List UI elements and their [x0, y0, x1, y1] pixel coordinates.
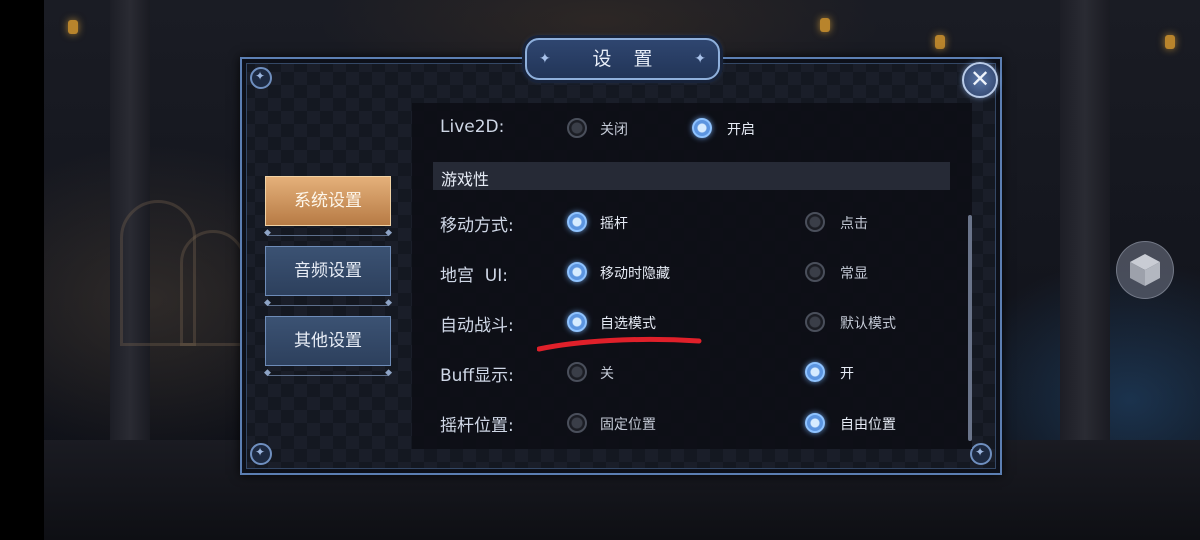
sidebar-item-label: 音频设置 [294, 261, 362, 281]
joystick-fixed-radio[interactable] [567, 413, 587, 433]
buff-display-off-radio[interactable] [567, 362, 587, 382]
dungeon-ui-hide-radio[interactable] [567, 262, 587, 282]
dungeon-ui-show-radio[interactable] [805, 262, 825, 282]
section-header: 游戏性 [433, 162, 950, 190]
sidebar-divider [264, 368, 392, 378]
close-button[interactable]: ✕ [962, 62, 998, 98]
live2d-label: Live2D: [440, 117, 505, 137]
movement-joystick-label: 摇杆 [600, 216, 628, 232]
auto-battle-default-label: 默认模式 [840, 316, 896, 332]
dungeon-ui-hide-label: 移动时隐藏 [600, 266, 670, 282]
movement-click-label: 点击 [840, 216, 868, 232]
dungeon-ui-label: 地宫 UI: [440, 266, 508, 286]
title-ornament-icon: ✦ [694, 51, 706, 67]
corner-ornament-icon [250, 443, 272, 465]
live2d-on-radio[interactable] [692, 118, 712, 138]
movement-click-radio[interactable] [805, 212, 825, 232]
joystick-position-label: 摇杆位置: [440, 416, 514, 436]
auto-battle-default-radio[interactable] [805, 312, 825, 332]
live2d-off-radio[interactable] [567, 118, 587, 138]
background-lamp [1165, 35, 1175, 49]
sidebar-item-other[interactable]: 其他设置 [265, 316, 391, 366]
buff-display-off-label: 关 [600, 366, 614, 382]
joystick-free-radio[interactable] [805, 413, 825, 433]
sidebar-divider [264, 228, 392, 238]
section-title: 游戏性 [441, 170, 490, 189]
auto-battle-custom-label: 自选模式 [600, 316, 656, 332]
joystick-fixed-label: 固定位置 [600, 417, 656, 433]
live2d-on-label: 开启 [727, 122, 755, 138]
background-lamp [820, 18, 830, 32]
auto-battle-label: 自动战斗: [440, 316, 514, 336]
corner-ornament-icon [250, 67, 272, 89]
buff-display-label: Buff显示: [440, 366, 514, 386]
sidebar-item-label: 其他设置 [294, 331, 362, 351]
corner-ornament-icon [970, 443, 992, 465]
background-window [180, 230, 246, 346]
auto-battle-custom-radio[interactable] [567, 312, 587, 332]
dialog-title: 设 置 [592, 48, 661, 70]
cube-icon [1130, 254, 1160, 286]
content-scrollbar[interactable] [968, 215, 972, 441]
background-lamp [935, 35, 945, 49]
cube-button[interactable] [1116, 241, 1174, 299]
title-ornament-icon: ✦ [539, 51, 551, 67]
live2d-off-label: 关闭 [600, 122, 628, 138]
background-pillar [1060, 0, 1110, 440]
red-annotation-stroke [537, 336, 702, 352]
joystick-free-label: 自由位置 [840, 417, 896, 433]
background-lamp [68, 20, 78, 34]
movement-label: 移动方式: [440, 216, 514, 236]
sidebar-divider [264, 298, 392, 308]
dungeon-ui-show-label: 常显 [840, 266, 868, 282]
left-letterbox [0, 0, 44, 540]
sidebar-item-system[interactable]: 系统设置 [265, 176, 391, 226]
close-icon: ✕ [969, 65, 991, 93]
buff-display-on-label: 开 [840, 366, 854, 382]
movement-joystick-radio[interactable] [567, 212, 587, 232]
sidebar-item-label: 系统设置 [294, 191, 362, 211]
sidebar-item-audio[interactable]: 音频设置 [265, 246, 391, 296]
dialog-title-plate: ✦ 设 置 ✦ [525, 38, 720, 80]
buff-display-on-radio[interactable] [805, 362, 825, 382]
